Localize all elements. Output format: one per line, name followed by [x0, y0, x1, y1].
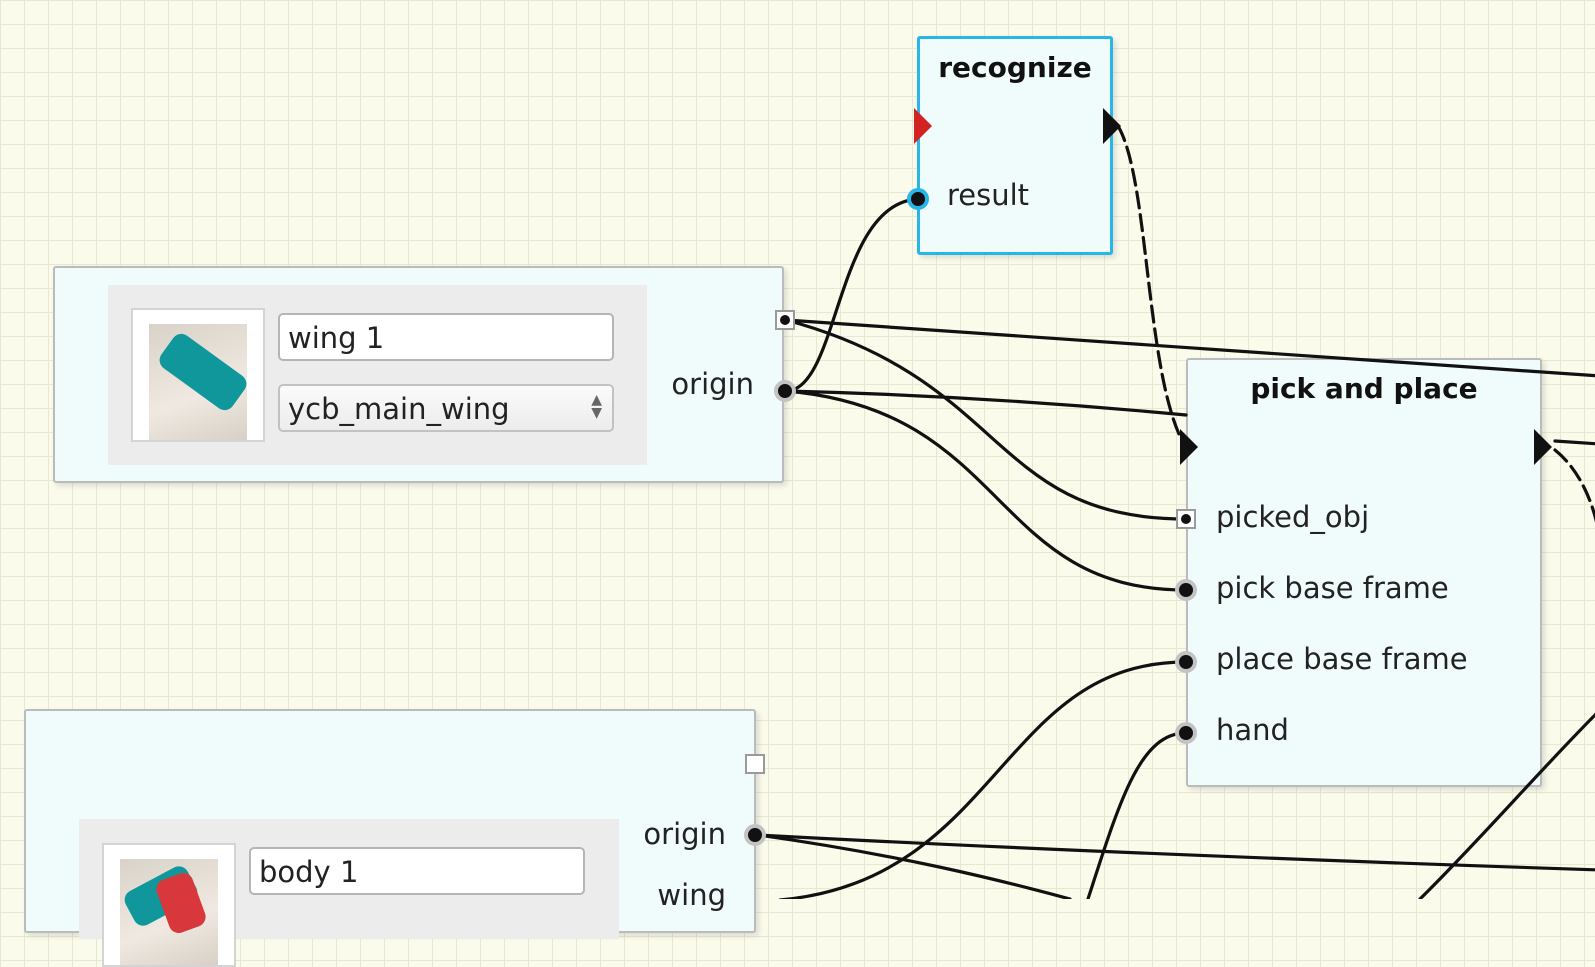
- hand-port[interactable]: [1175, 722, 1197, 744]
- wire-wing-origin-to-pick-base-frame[interactable]: [784, 389, 1188, 592]
- wing-thumbnail-image: [131, 308, 265, 442]
- wing-origin-port[interactable]: [774, 380, 796, 402]
- wing-type-select[interactable]: ycb_main_wing ▲ ▼: [278, 384, 614, 432]
- wire-pick-and-place-done-to-offscreen[interactable]: [1553, 448, 1595, 540]
- wire-pick-and-place-out-to-offscreen[interactable]: [1553, 439, 1595, 446]
- recognize-result-port[interactable]: [907, 188, 929, 210]
- pick-and-place-exec-output-arrow[interactable]: [1534, 429, 1552, 465]
- wing-object-node[interactable]: wing 1 ycb_main_wing ▲ ▼ origin: [53, 266, 784, 483]
- picked-obj-port-label: picked_obj: [1216, 500, 1370, 534]
- recognize-node-title: recognize: [938, 51, 1092, 84]
- spin-arrows-icon: ▲ ▼: [591, 392, 602, 421]
- body-name-field[interactable]: body 1: [249, 847, 585, 895]
- picked-obj-port[interactable]: [1176, 509, 1196, 529]
- hand-port-label: hand: [1216, 713, 1289, 747]
- recognize-node[interactable]: recognize result: [917, 36, 1113, 255]
- body-thumbnail-image: [102, 843, 236, 967]
- pick-base-frame-port-label: pick base frame: [1216, 571, 1449, 605]
- place-base-frame-port-label: place base frame: [1216, 642, 1468, 676]
- recognize-exec-output-arrow[interactable]: [1103, 108, 1121, 144]
- wire-wing-origin-to-pick-and-place[interactable]: [784, 389, 1188, 417]
- body-origin-port-label: origin: [643, 817, 726, 851]
- wire-wing-origin-to-recognize-result[interactable]: [784, 197, 922, 393]
- body-origin-port[interactable]: [744, 824, 766, 846]
- body-object-panel: body 1: [79, 819, 619, 967]
- wing-name-field[interactable]: wing 1: [278, 313, 614, 361]
- wire-recognize-done-to-pick-and-place[interactable]: [1116, 124, 1188, 450]
- recognize-result-port-label: result: [947, 178, 1030, 212]
- wing-object-output-port[interactable]: [775, 310, 795, 330]
- wire-body-origin-to-offscreen[interactable]: [756, 833, 1595, 872]
- body-wing-port-label: wing: [657, 878, 726, 912]
- body-object-output-port[interactable]: [745, 754, 765, 774]
- wire-body-origin-to-bottom[interactable]: [756, 833, 1072, 899]
- recognize-exec-input-arrow[interactable]: [914, 108, 932, 144]
- pick-and-place-node[interactable]: pick and place picked_obj pick base fram…: [1186, 358, 1542, 787]
- wire-wing-square-to-picked-obj[interactable]: [784, 318, 1188, 521]
- wire-body-to-place-base-frame[interactable]: [778, 660, 1188, 899]
- wing-origin-port-label: origin: [671, 367, 754, 401]
- pick-and-place-node-title: pick and place: [1250, 372, 1478, 405]
- pick-base-frame-port[interactable]: [1175, 579, 1197, 601]
- body-object-node[interactable]: body 1 origin wing: [24, 709, 756, 967]
- wire-body-to-hand[interactable]: [1086, 731, 1188, 899]
- place-base-frame-port[interactable]: [1175, 651, 1197, 673]
- pick-and-place-exec-input-arrow[interactable]: [1180, 429, 1198, 465]
- wing-object-panel: wing 1 ycb_main_wing ▲ ▼: [108, 285, 647, 465]
- wing-type-value: ycb_main_wing: [288, 392, 510, 426]
